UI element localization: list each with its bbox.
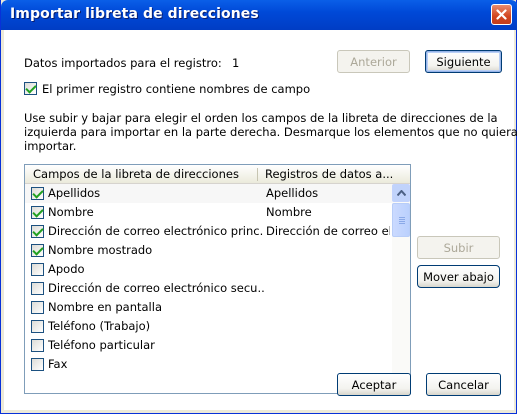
list-item[interactable]: Nombre en pantalla [25,298,392,317]
next-button[interactable]: Siguiente [425,50,502,73]
list-item[interactable]: Fax [25,355,392,374]
first-record-label: El primer registro contiene nombres de c… [42,82,311,96]
row-checkbox[interactable] [31,320,44,333]
window-title: Importar libreta de direcciones [10,6,259,22]
row-checkbox[interactable] [31,244,44,257]
list-item[interactable]: Nombre Nombre [25,203,392,222]
column-header-fields[interactable]: Campos de la libreta de direcciones [33,167,239,181]
row-checkbox[interactable] [31,263,44,276]
row-checkbox[interactable] [31,339,44,352]
close-icon [496,9,507,20]
row-checkbox[interactable] [31,206,44,219]
list-rows: Apellidos Apellidos Nombre Nombre Direcció… [25,184,392,374]
cancel-button[interactable]: Cancelar [426,373,501,396]
list-header: Campos de la libreta de direcciones Regi… [25,165,410,184]
list-item[interactable]: Teléfono (Trabajo) [25,317,392,336]
scroll-thumb[interactable] [392,203,410,237]
row-checkbox[interactable] [31,282,44,295]
column-header-data[interactable]: Registros de datos a... [265,167,393,181]
first-record-checkbox[interactable] [24,82,37,95]
scroll-up-button[interactable] [392,184,410,202]
vertical-scrollbar[interactable] [392,184,410,393]
fields-list[interactable]: Campos de la libreta de direcciones Regi… [24,164,411,394]
list-item[interactable]: Apodo [25,260,392,279]
import-address-book-dialog: Importar libreta de direcciones Datos im… [0,0,517,414]
record-number: 1 [232,56,240,70]
move-down-button[interactable]: Mover abajo [417,265,500,288]
row-checkbox[interactable] [31,187,44,200]
list-item[interactable]: Dirección de correo electrónico secu... [25,279,392,298]
row-checkbox[interactable] [31,358,44,371]
list-item[interactable]: Teléfono particular [25,336,392,355]
arrow-up-icon [396,190,406,196]
row-checkbox[interactable] [31,301,44,314]
record-label: Datos importados para el registro: [24,56,222,70]
row-checkbox[interactable] [31,225,44,238]
list-item[interactable]: Nombre mostrado [25,241,392,260]
list-item[interactable]: Dirección de correo electrónico princ...… [25,222,392,241]
list-item[interactable]: Apellidos Apellidos [25,184,392,203]
previous-button[interactable]: Anterior [337,50,410,73]
close-button[interactable] [491,4,512,25]
move-up-button[interactable]: Subir [417,236,500,259]
dialog-body: Datos importados para el registro: 1 Ant… [4,30,517,410]
ok-button[interactable]: Aceptar [337,373,411,396]
title-bar[interactable]: Importar libreta de direcciones [1,0,517,30]
